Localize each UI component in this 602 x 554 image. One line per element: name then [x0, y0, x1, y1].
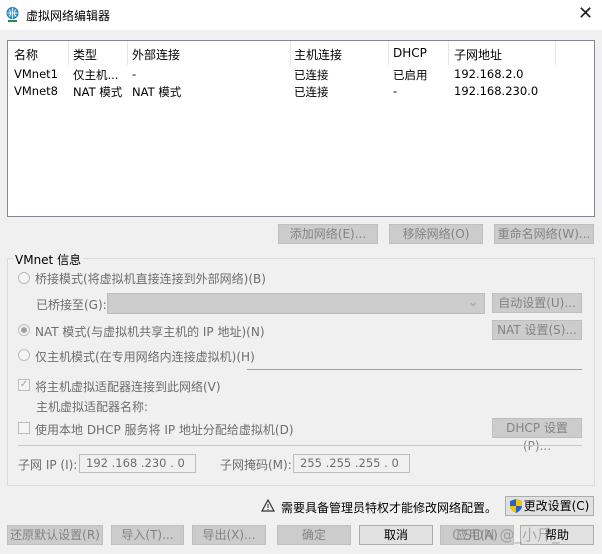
cell: -: [393, 84, 398, 98]
column-header-host[interactable]: 主机连接: [294, 46, 342, 63]
cell: 已连接: [294, 68, 329, 82]
cell: VMnet1: [14, 67, 58, 81]
table-row[interactable]: VMnet8 NAT 模式 NAT 模式 已连接 - 192.168.230.0: [8, 84, 594, 101]
subnet-mask-label: 子网掩码(M):: [220, 458, 292, 472]
warning-icon: [261, 499, 275, 512]
warning-text: 需要具备管理员特权才能修改网络配置。: [281, 501, 498, 515]
cell: NAT 模式: [132, 85, 182, 99]
shield-icon: [510, 499, 522, 513]
separator: [247, 369, 582, 370]
apply-button[interactable]: 应用(A): [440, 525, 514, 545]
cell: 192.168.2.0: [454, 67, 524, 81]
auto-settings-button[interactable]: 自动设置(U)...: [492, 293, 582, 313]
column-header-subnet[interactable]: 子网地址: [454, 46, 502, 63]
bridged-to-select[interactable]: ⌄: [107, 293, 485, 314]
cell: 已启用: [393, 68, 428, 82]
cell: 已连接: [294, 85, 329, 99]
nat-radio[interactable]: [18, 324, 30, 336]
cell: 仅主机...: [73, 68, 119, 82]
table-row[interactable]: VMnet1 仅主机... - 已连接 已启用 192.168.2.0: [8, 67, 594, 84]
cell: -: [132, 67, 137, 81]
bridged-radio[interactable]: [18, 272, 30, 284]
rename-network-button[interactable]: 重命名网络(W)...: [494, 224, 594, 244]
close-icon[interactable]: ✕: [578, 3, 593, 24]
export-button[interactable]: 导出(X)...: [192, 525, 266, 545]
connect-adapter-label: 将主机虚拟适配器连接到此网络(V): [35, 380, 221, 394]
host-only-radio[interactable]: [18, 349, 30, 361]
network-list[interactable]: 名称 类型 外部连接 主机连接 DHCP 子网地址 VMnet1 仅主机... …: [7, 40, 595, 217]
host-only-label: 仅主机模式(在专用网络内连接虚拟机)(H): [35, 350, 255, 364]
dhcp-settings-button[interactable]: DHCP 设置(P)...: [492, 418, 582, 453]
import-button[interactable]: 导入(T)...: [111, 525, 184, 545]
adapter-name-label: 主机虚拟适配器名称:: [36, 400, 149, 414]
chevron-down-icon: ⌄: [468, 295, 478, 309]
add-network-button[interactable]: 添加网络(E)...: [278, 224, 378, 244]
connect-adapter-checkbox[interactable]: ✓: [18, 379, 30, 391]
group-label: VMnet 信息: [13, 251, 84, 268]
window-title: 虚拟网络编辑器: [26, 9, 111, 23]
dhcp-checkbox[interactable]: [18, 422, 30, 434]
cell: VMnet8: [14, 84, 58, 98]
change-settings-label: 更改设置(C): [523, 499, 590, 513]
remove-network-button[interactable]: 移除网络(O): [389, 224, 483, 244]
subnet-ip-label: 子网 IP (I):: [18, 458, 78, 472]
nat-label: NAT 模式(与虚拟机共享主机的 IP 地址)(N): [35, 325, 265, 339]
nat-settings-button[interactable]: NAT 设置(S)...: [492, 320, 582, 340]
subnet-mask-input[interactable]: 255 .255 .255 . 0: [293, 454, 410, 473]
bridged-to-label: 已桥接至(G):: [36, 298, 107, 312]
ok-button[interactable]: 确定: [277, 525, 351, 545]
bridged-label: 桥接模式(将虚拟机直接连接到外部网络)(B): [35, 272, 266, 286]
change-settings-button[interactable]: 更改设置(C): [505, 496, 594, 516]
cancel-button[interactable]: 取消: [359, 525, 433, 545]
column-header-type[interactable]: 类型: [73, 46, 97, 63]
subnet-ip-input[interactable]: 192 .168 .230 . 0: [79, 454, 196, 473]
restore-defaults-button[interactable]: 还原默认设置(R): [7, 525, 103, 545]
column-header-name[interactable]: 名称: [14, 46, 38, 63]
dhcp-label: 使用本地 DHCP 服务将 IP 地址分配给虚拟机(D): [35, 423, 294, 437]
cell: NAT 模式: [73, 85, 123, 99]
separator: [18, 445, 582, 446]
globe-network-icon: [6, 7, 19, 22]
cell: 192.168.230.0: [454, 84, 539, 98]
column-header-external[interactable]: 外部连接: [132, 46, 180, 63]
column-header-dhcp[interactable]: DHCP: [393, 46, 427, 60]
help-button[interactable]: 帮助: [520, 525, 594, 545]
